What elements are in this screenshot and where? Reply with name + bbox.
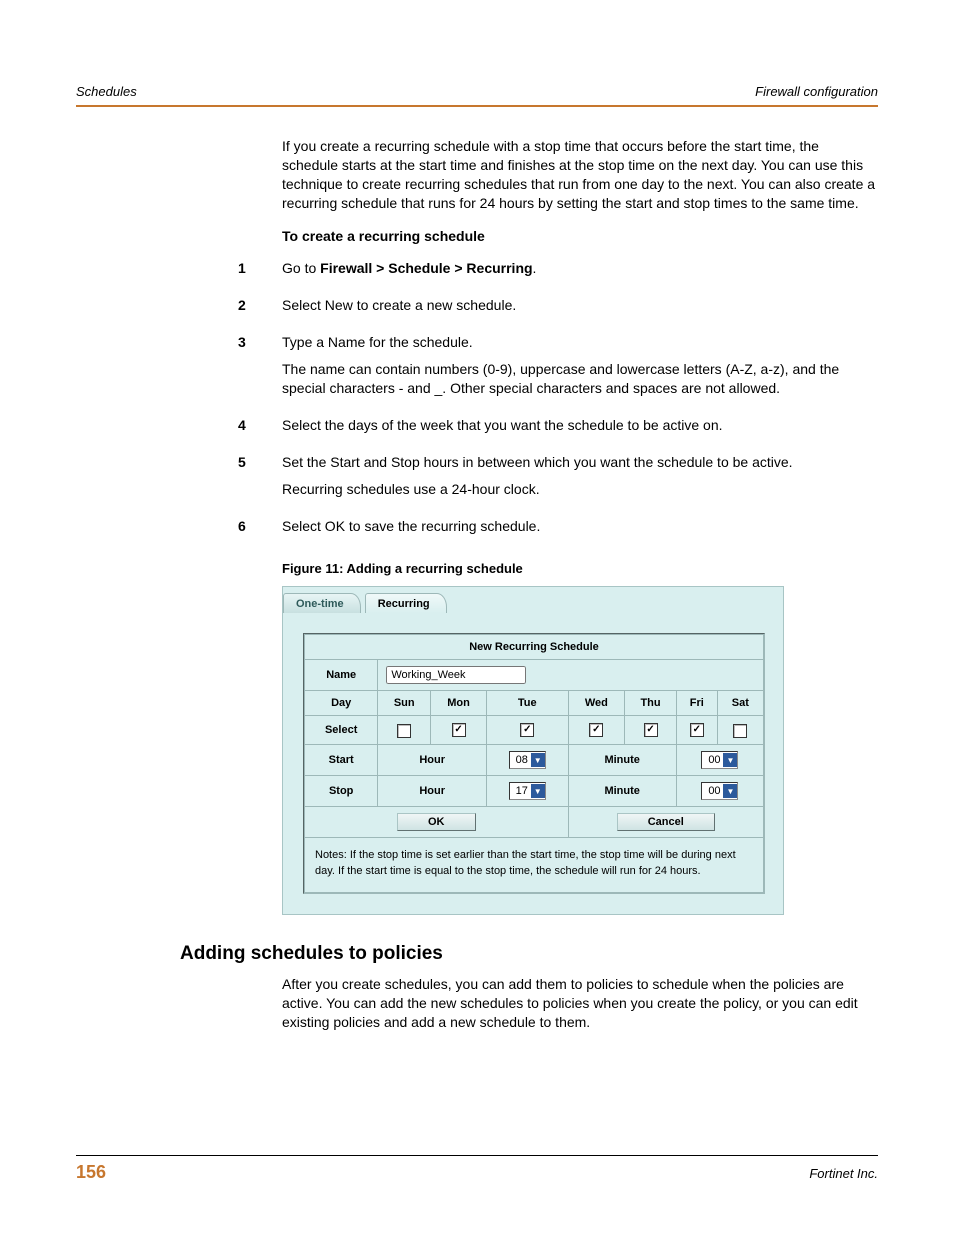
- label-start: Start: [305, 745, 378, 776]
- label-stop-minute: Minute: [568, 776, 676, 807]
- check-thu: ✓: [625, 716, 677, 745]
- check-tue: ✓: [487, 716, 568, 745]
- header-left: Schedules: [76, 84, 137, 99]
- day-mon: Mon: [431, 691, 487, 716]
- day-sun: Sun: [378, 691, 431, 716]
- header-rule: [76, 105, 878, 107]
- step-1-text: Go to Firewall > Schedule > Recurring.: [282, 259, 878, 278]
- step-6-text: Select OK to save the recurring schedule…: [282, 517, 878, 536]
- stop-minute-select[interactable]: 00▼: [701, 782, 738, 800]
- tab-recurring[interactable]: Recurring: [365, 593, 447, 613]
- page: Schedules Firewall configuration If you …: [0, 0, 954, 1235]
- step-3-text-a: Type a Name for the schedule.: [282, 333, 878, 352]
- step-4: 4 Select the days of the week that you w…: [282, 416, 878, 443]
- label-start-minute: Minute: [568, 745, 676, 776]
- step-3-text-b: The name can contain numbers (0-9), uppe…: [282, 360, 878, 398]
- panel-title: New Recurring Schedule: [305, 635, 764, 660]
- step-3: 3 Type a Name for the schedule. The name…: [282, 333, 878, 406]
- stop-hour-select[interactable]: 17▼: [509, 782, 546, 800]
- procedure-heading: To create a recurring schedule: [282, 227, 878, 246]
- section-heading: Adding schedules to policies: [180, 943, 878, 965]
- checkbox-tue[interactable]: ✓: [520, 723, 534, 737]
- check-fri: ✓: [676, 716, 717, 745]
- label-stop: Stop: [305, 776, 378, 807]
- procedure-list: 1 Go to Firewall > Schedule > Recurring.…: [282, 259, 878, 543]
- check-sun: [378, 716, 431, 745]
- step-2: 2 Select New to create a new schedule.: [282, 296, 878, 323]
- start-hour-cell: 08▼: [487, 745, 568, 776]
- day-thu: Thu: [625, 691, 677, 716]
- footer-rule: [76, 1155, 878, 1156]
- running-header: Schedules Firewall configuration: [76, 84, 878, 99]
- day-wed: Wed: [568, 691, 625, 716]
- cancel-cell: Cancel: [568, 807, 764, 838]
- checkbox-sat[interactable]: [733, 724, 747, 738]
- check-wed: ✓: [568, 716, 625, 745]
- step-6: 6 Select OK to save the recurring schedu…: [282, 517, 878, 544]
- notes-text: Notes: If the stop time is set earlier t…: [304, 838, 764, 893]
- footer-right: Fortinet Inc.: [809, 1166, 878, 1181]
- name-cell: [378, 660, 764, 691]
- chevron-down-icon: ▼: [723, 753, 737, 767]
- step-2-text: Select New to create a new schedule.: [282, 296, 878, 315]
- check-mon: ✓: [431, 716, 487, 745]
- page-footer: 156 Fortinet Inc.: [76, 1155, 878, 1183]
- day-tue: Tue: [487, 691, 568, 716]
- step-number: 6: [238, 517, 282, 544]
- checkbox-mon[interactable]: ✓: [452, 723, 466, 737]
- day-sat: Sat: [717, 691, 763, 716]
- schedule-dialog: One-time Recurring New Recurring Schedul…: [282, 586, 784, 915]
- schedule-panel: New Recurring Schedule Name Day Sun Mon …: [303, 633, 765, 894]
- figure-caption: Figure 11: Adding a recurring schedule: [282, 561, 878, 576]
- checkbox-wed[interactable]: ✓: [589, 723, 603, 737]
- label-name: Name: [305, 660, 378, 691]
- step-5: 5 Set the Start and Stop hours in betwee…: [282, 453, 878, 507]
- cancel-button[interactable]: Cancel: [617, 813, 715, 831]
- section2-paragraph: After you create schedules, you can add …: [282, 975, 878, 1032]
- step-5-text-a: Set the Start and Stop hours in between …: [282, 453, 878, 472]
- label-select: Select: [305, 716, 378, 745]
- name-input[interactable]: [386, 666, 526, 684]
- step-number: 5: [238, 453, 282, 507]
- header-right: Firewall configuration: [755, 84, 878, 99]
- step-number: 1: [238, 259, 282, 286]
- step-number: 3: [238, 333, 282, 406]
- chevron-down-icon: ▼: [531, 784, 545, 798]
- check-sat: [717, 716, 763, 745]
- chevron-down-icon: ▼: [723, 784, 737, 798]
- intro-paragraph: If you create a recurring schedule with …: [282, 137, 878, 213]
- checkbox-fri[interactable]: ✓: [690, 723, 704, 737]
- page-number: 156: [76, 1162, 106, 1183]
- label-start-hour: Hour: [378, 745, 487, 776]
- label-stop-hour: Hour: [378, 776, 487, 807]
- ok-button[interactable]: OK: [397, 813, 476, 831]
- label-day: Day: [305, 691, 378, 716]
- start-hour-select[interactable]: 08▼: [509, 751, 546, 769]
- step-1: 1 Go to Firewall > Schedule > Recurring.: [282, 259, 878, 286]
- tab-one-time[interactable]: One-time: [283, 593, 361, 613]
- chevron-down-icon: ▼: [531, 753, 545, 767]
- breadcrumb-path: Firewall > Schedule > Recurring: [320, 260, 532, 276]
- stop-minute-cell: 00▼: [676, 776, 763, 807]
- start-minute-select[interactable]: 00▼: [701, 751, 738, 769]
- body-column: If you create a recurring schedule with …: [282, 137, 878, 915]
- start-minute-cell: 00▼: [676, 745, 763, 776]
- step-4-text: Select the days of the week that you wan…: [282, 416, 878, 435]
- tab-bar: One-time Recurring: [283, 587, 783, 613]
- step-number: 4: [238, 416, 282, 443]
- checkbox-thu[interactable]: ✓: [644, 723, 658, 737]
- checkbox-sun[interactable]: [397, 724, 411, 738]
- ok-cell: OK: [305, 807, 569, 838]
- day-fri: Fri: [676, 691, 717, 716]
- stop-hour-cell: 17▼: [487, 776, 568, 807]
- step-number: 2: [238, 296, 282, 323]
- tab-body: New Recurring Schedule Name Day Sun Mon …: [283, 613, 783, 914]
- step-5-text-b: Recurring schedules use a 24-hour clock.: [282, 480, 878, 499]
- schedule-table: New Recurring Schedule Name Day Sun Mon …: [304, 634, 764, 838]
